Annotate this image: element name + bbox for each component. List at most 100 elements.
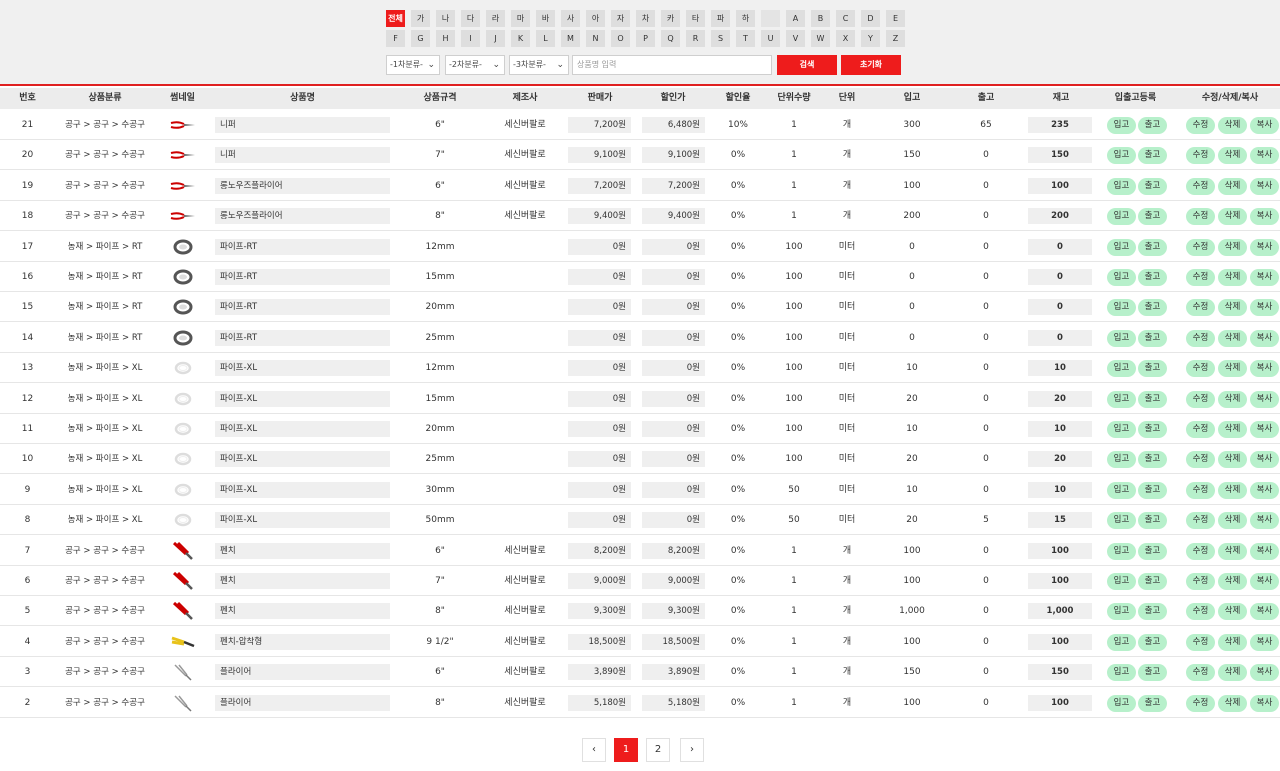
letter-filter-button[interactable]: 전체 (386, 10, 405, 27)
letter-filter-button[interactable]: H (436, 30, 455, 47)
delete-button[interactable]: 삭제 (1218, 481, 1247, 499)
delete-button[interactable]: 삭제 (1218, 147, 1247, 165)
stock-in-button[interactable]: 입고 (1107, 360, 1136, 378)
letter-filter-button[interactable]: 차 (636, 10, 655, 27)
sale-price-field[interactable]: 3,890원 (642, 664, 705, 681)
delete-button[interactable]: 삭제 (1218, 208, 1247, 226)
stock-field[interactable]: 0 (1028, 269, 1092, 285)
stock-in-button[interactable]: 입고 (1107, 238, 1136, 256)
stock-field[interactable]: 100 (1028, 633, 1092, 650)
product-name-field[interactable]: 파이프-RT (215, 269, 390, 285)
letter-filter-button[interactable]: U (761, 30, 780, 47)
stock-field[interactable]: 0 (1028, 299, 1092, 316)
stock-in-button[interactable]: 입고 (1107, 147, 1136, 165)
sale-price-field[interactable]: 0원 (642, 481, 705, 498)
delete-button[interactable]: 삭제 (1218, 633, 1247, 651)
edit-button[interactable]: 수정 (1186, 421, 1215, 438)
price-field[interactable]: 0원 (568, 299, 631, 316)
copy-button[interactable]: 복사 (1250, 117, 1279, 134)
price-field[interactable]: 0원 (568, 451, 631, 468)
price-field[interactable]: 3,890원 (568, 664, 631, 681)
stock-in-button[interactable]: 입고 (1107, 664, 1136, 682)
letter-filter-button[interactable]: E (886, 10, 905, 27)
copy-button[interactable]: 복사 (1250, 329, 1279, 347)
stock-field[interactable]: 20 (1028, 451, 1092, 468)
edit-button[interactable]: 수정 (1186, 542, 1215, 560)
stock-out-button[interactable]: 출고 (1138, 451, 1167, 469)
product-name-field[interactable]: 니퍼 (215, 117, 390, 133)
copy-button[interactable]: 복사 (1250, 573, 1279, 590)
stock-out-button[interactable]: 출고 (1138, 573, 1167, 590)
copy-button[interactable]: 복사 (1250, 238, 1279, 256)
price-field[interactable]: 9,000원 (568, 573, 631, 589)
delete-button[interactable]: 삭제 (1218, 390, 1247, 408)
product-name-field[interactable]: 플라이어 (215, 664, 390, 681)
edit-button[interactable]: 수정 (1186, 512, 1215, 530)
sale-price-field[interactable]: 8,200원 (642, 542, 705, 559)
category3-select[interactable]: -3차분류- ⌄ (509, 55, 569, 75)
product-name-field[interactable]: 펜치 (215, 542, 390, 559)
product-name-field[interactable]: 니퍼 (215, 147, 390, 164)
price-field[interactable]: 5,180원 (568, 694, 631, 711)
delete-button[interactable]: 삭제 (1218, 573, 1247, 590)
sale-price-field[interactable]: 0원 (642, 299, 705, 316)
product-name-field[interactable]: 파이프-XL (215, 421, 390, 437)
edit-button[interactable]: 수정 (1186, 329, 1215, 347)
copy-button[interactable]: 복사 (1250, 269, 1279, 286)
letter-filter-button[interactable]: B (811, 10, 830, 27)
stock-in-button[interactable]: 입고 (1107, 633, 1136, 651)
edit-button[interactable]: 수정 (1186, 390, 1215, 408)
stock-out-button[interactable]: 출고 (1138, 208, 1167, 226)
copy-button[interactable]: 복사 (1250, 542, 1279, 560)
copy-button[interactable]: 복사 (1250, 147, 1279, 165)
stock-in-button[interactable]: 입고 (1107, 481, 1136, 499)
edit-button[interactable]: 수정 (1186, 117, 1215, 134)
sale-price-field[interactable]: 0원 (642, 512, 705, 529)
stock-in-button[interactable]: 입고 (1107, 329, 1136, 347)
stock-field[interactable]: 15 (1028, 512, 1092, 529)
edit-button[interactable]: 수정 (1186, 573, 1215, 590)
sale-price-field[interactable]: 0원 (642, 238, 705, 255)
sale-price-field[interactable]: 0원 (642, 421, 705, 437)
price-field[interactable]: 8,200원 (568, 542, 631, 559)
stock-in-button[interactable]: 입고 (1107, 542, 1136, 560)
copy-button[interactable]: 복사 (1250, 177, 1279, 195)
price-field[interactable]: 9,300원 (568, 603, 631, 620)
stock-out-button[interactable]: 출고 (1138, 421, 1167, 438)
sale-price-field[interactable]: 9,300원 (642, 603, 705, 620)
product-name-field[interactable]: 플라이어 (215, 694, 390, 711)
letter-filter-button[interactable]: M (561, 30, 580, 47)
page-2-button[interactable]: 2 (646, 738, 670, 762)
letter-filter-button[interactable]: 나 (436, 10, 455, 27)
product-name-field[interactable]: 파이프-RT (215, 238, 390, 255)
letter-filter-button[interactable]: 마 (511, 10, 530, 27)
stock-field[interactable]: 100 (1028, 573, 1092, 589)
stock-out-button[interactable]: 출고 (1138, 512, 1167, 530)
edit-button[interactable]: 수정 (1186, 633, 1215, 651)
stock-in-button[interactable]: 입고 (1107, 208, 1136, 226)
letter-filter-button[interactable]: Z (886, 30, 905, 47)
delete-button[interactable]: 삭제 (1218, 269, 1247, 286)
price-field[interactable]: 18,500원 (568, 633, 631, 650)
delete-button[interactable]: 삭제 (1218, 117, 1247, 134)
letter-filter-button[interactable]: 라 (486, 10, 505, 27)
stock-field[interactable]: 200 (1028, 208, 1092, 225)
copy-button[interactable]: 복사 (1250, 421, 1279, 438)
copy-button[interactable]: 복사 (1250, 390, 1279, 408)
stock-field[interactable]: 235 (1028, 117, 1092, 133)
price-field[interactable]: 0원 (568, 390, 631, 407)
stock-out-button[interactable]: 출고 (1138, 238, 1167, 256)
stock-in-button[interactable]: 입고 (1107, 421, 1136, 438)
sale-price-field[interactable]: 9,100원 (642, 147, 705, 164)
copy-button[interactable]: 복사 (1250, 208, 1279, 226)
stock-in-button[interactable]: 입고 (1107, 573, 1136, 590)
sale-price-field[interactable]: 7,200원 (642, 177, 705, 194)
sale-price-field[interactable]: 0원 (642, 451, 705, 468)
stock-in-button[interactable]: 입고 (1107, 269, 1136, 286)
stock-field[interactable]: 20 (1028, 390, 1092, 407)
stock-out-button[interactable]: 출고 (1138, 633, 1167, 651)
letter-filter-button[interactable]: S (711, 30, 730, 47)
delete-button[interactable]: 삭제 (1218, 421, 1247, 438)
product-name-field[interactable]: 펜치 (215, 573, 390, 589)
product-name-field[interactable]: 롱노우즈플라이어 (215, 208, 390, 225)
